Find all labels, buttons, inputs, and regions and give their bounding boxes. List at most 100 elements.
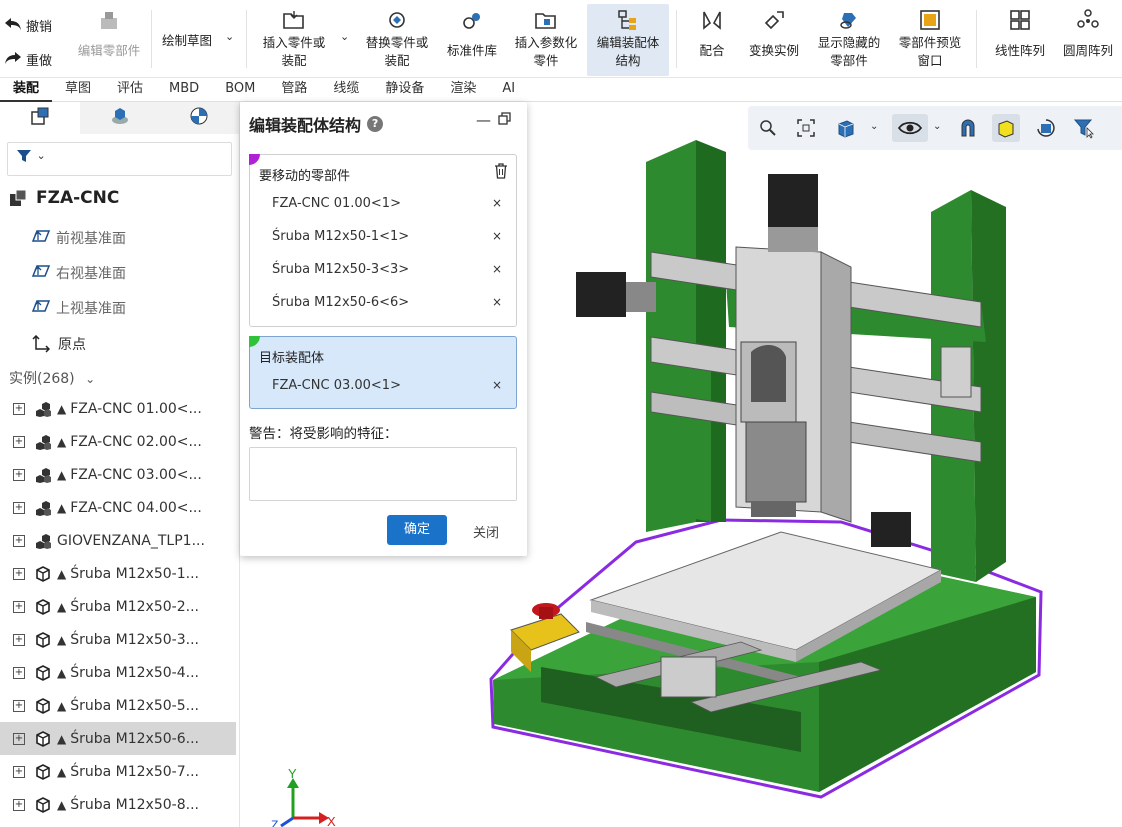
tab-1[interactable]: 草图	[52, 78, 104, 102]
show-hidden-button[interactable]: 显示隐藏的 零部件	[812, 4, 886, 76]
expand-plus-icon[interactable]: +	[13, 798, 25, 811]
visibility-chevron-down-icon[interactable]: ⌄	[933, 121, 941, 132]
instances-header[interactable]: 实例(268) ⌄	[9, 368, 95, 388]
view-toolbar: ⌄ ⌄	[748, 106, 1122, 150]
remove-close-icon[interactable]: ×	[492, 295, 502, 309]
tree-filter-input[interactable]: ⌄	[7, 142, 232, 176]
ok-button[interactable]: 确定	[387, 515, 447, 545]
section-view-icon[interactable]	[954, 114, 982, 142]
tree-row[interactable]: + ▲ Śruba M12x50-1...	[0, 557, 236, 590]
tree-row[interactable]: + ▲ Śruba M12x50-8...	[0, 788, 236, 821]
assembly-structure-icon	[616, 8, 640, 32]
move-list-item[interactable]: Śruba M12x50-3<3> ×	[272, 262, 502, 277]
tree-row[interactable]: + ▲ Śruba M12x50-3...	[0, 623, 236, 656]
tree-row[interactable]: + ▲ FZA-CNC 03.00<...	[0, 458, 236, 491]
tab-6[interactable]: 线缆	[320, 78, 372, 102]
move-list-item[interactable]: Śruba M12x50-6<6> ×	[272, 295, 502, 310]
tab-9[interactable]: AI	[489, 78, 528, 102]
target-list-item[interactable]: FZA-CNC 03.00<1> ×	[272, 378, 502, 393]
tree-row[interactable]: + ▲ Śruba M12x50-2...	[0, 590, 236, 623]
display-style-icon[interactable]	[992, 114, 1020, 142]
tree-row[interactable]: + GIOVENZANA_TLP1...	[0, 524, 236, 557]
remove-close-icon[interactable]: ×	[492, 196, 502, 210]
zoom-icon[interactable]	[754, 114, 782, 142]
zoom-fit-icon[interactable]	[792, 114, 820, 142]
restore-window-icon[interactable]	[498, 111, 511, 129]
sketch-button[interactable]: 绘制草图	[156, 4, 218, 76]
undo-button[interactable]: 撤销	[4, 10, 66, 40]
tree-row[interactable]: + ▲ FZA-CNC 01.00<...	[0, 392, 236, 425]
move-list-item[interactable]: FZA-CNC 01.00<1> ×	[272, 196, 502, 211]
expand-plus-icon[interactable]: +	[13, 633, 25, 646]
help-icon[interactable]: ?	[367, 116, 384, 132]
subassembly-icon	[33, 533, 53, 549]
expand-plus-icon[interactable]: +	[13, 765, 25, 778]
mate-button[interactable]: 配合	[690, 4, 734, 76]
target-assembly-box[interactable]: 目标装配体 FZA-CNC 03.00<1> ×	[249, 336, 517, 409]
expand-plus-icon[interactable]: +	[13, 732, 25, 745]
tree-plane-1[interactable]: 右视基准面	[31, 263, 126, 283]
expand-plus-icon[interactable]: +	[13, 600, 25, 613]
tree-plane-0[interactable]: 前视基准面	[31, 228, 126, 248]
tab-3[interactable]: MBD	[156, 78, 212, 102]
panel-tab-tree[interactable]	[0, 102, 80, 134]
warning-triangle-icon: ▲	[57, 434, 67, 449]
insert-parametric-button[interactable]: 插入参数化 零件	[508, 4, 584, 76]
replace-part-button[interactable]: 替换零件或 装配	[356, 4, 438, 76]
selection-filter-icon[interactable]	[1070, 114, 1098, 142]
expand-plus-icon[interactable]: +	[13, 468, 25, 481]
expand-plus-icon[interactable]: +	[13, 666, 25, 679]
tree-row-label: FZA-CNC 03.00<...	[70, 466, 202, 483]
transform-instance-button[interactable]: 变换实例	[744, 4, 804, 76]
tree-row[interactable]: + ▲ Śruba M12x50-5...	[0, 689, 236, 722]
expand-plus-icon[interactable]: +	[13, 534, 25, 547]
linear-array-button[interactable]: 线性阵列	[990, 4, 1050, 76]
redo-button[interactable]: 重做	[4, 44, 66, 74]
tree-row[interactable]: + ▲ Śruba M12x50-4...	[0, 656, 236, 689]
components-to-move-box[interactable]: 要移动的零部件 FZA-CNC 01.00<1> × Śruba M12x50-1<…	[249, 154, 517, 327]
trash-icon[interactable]	[494, 163, 508, 183]
expand-plus-icon[interactable]: +	[13, 402, 25, 415]
tree-row[interactable]: + ▲ FZA-CNC 04.00<...	[0, 491, 236, 524]
insert-part-button[interactable]: 插入零件或 装配	[252, 4, 336, 76]
circular-array-button[interactable]: 圆周阵列	[1058, 4, 1118, 76]
remove-close-icon[interactable]: ×	[492, 229, 502, 243]
target-item-label: FZA-CNC 03.00<1>	[272, 378, 401, 393]
tab-7[interactable]: 静设备	[372, 78, 437, 102]
expand-plus-icon[interactable]: +	[13, 435, 25, 448]
tab-5[interactable]: 管路	[268, 78, 320, 102]
remove-close-icon[interactable]: ×	[492, 262, 502, 276]
tree-origin[interactable]: 原点	[32, 334, 86, 354]
expand-plus-icon[interactable]: +	[13, 567, 25, 580]
edit-assembly-structure-button[interactable]: 编辑装配体 结构	[587, 4, 669, 76]
tab-2[interactable]: 评估	[104, 78, 156, 102]
tab-4[interactable]: BOM	[212, 78, 268, 102]
tree-row[interactable]: + ▲ FZA-CNC 02.00<...	[0, 425, 236, 458]
view-orientation-cube-icon[interactable]	[832, 114, 860, 142]
standard-library-button[interactable]: 标准件库	[441, 4, 503, 76]
tree-plane-2[interactable]: 上视基准面	[31, 298, 126, 318]
expand-plus-icon[interactable]: +	[13, 501, 25, 514]
orientation-chevron-down-icon[interactable]: ⌄	[870, 121, 878, 132]
expand-plus-icon[interactable]: +	[13, 699, 25, 712]
move-list-item[interactable]: Śruba M12x50-1<1> ×	[272, 229, 502, 244]
subassembly-icon	[33, 467, 53, 483]
edit-part-button[interactable]: 编辑零部件	[72, 4, 146, 76]
warning-triangle-icon: ▲	[57, 665, 67, 680]
close-button[interactable]: 关闭	[473, 522, 499, 541]
sketch-dropdown-chevron-icon[interactable]: ⌄	[225, 30, 234, 43]
visibility-eye-icon[interactable]	[892, 114, 928, 142]
panel-tab-appearance[interactable]	[159, 102, 239, 134]
insert-part-dropdown-chevron-icon[interactable]: ⌄	[340, 30, 349, 43]
preview-window-button[interactable]: 零部件预览 窗口	[892, 4, 968, 76]
part-icon	[33, 763, 53, 780]
tree-row[interactable]: + ▲ Śruba M12x50-7...	[0, 755, 236, 788]
tab-8[interactable]: 渲染	[437, 78, 489, 102]
minimize-icon[interactable]: —	[476, 111, 491, 129]
tree-root-assembly[interactable]: FZA-CNC	[8, 188, 119, 208]
remove-close-icon[interactable]: ×	[492, 378, 502, 392]
panel-tab-properties[interactable]	[80, 102, 160, 134]
tab-0[interactable]: 装配	[0, 78, 53, 102]
tree-row[interactable]: + ▲ Śruba M12x50-6...	[0, 722, 236, 755]
rotate-view-icon[interactable]	[1032, 114, 1060, 142]
